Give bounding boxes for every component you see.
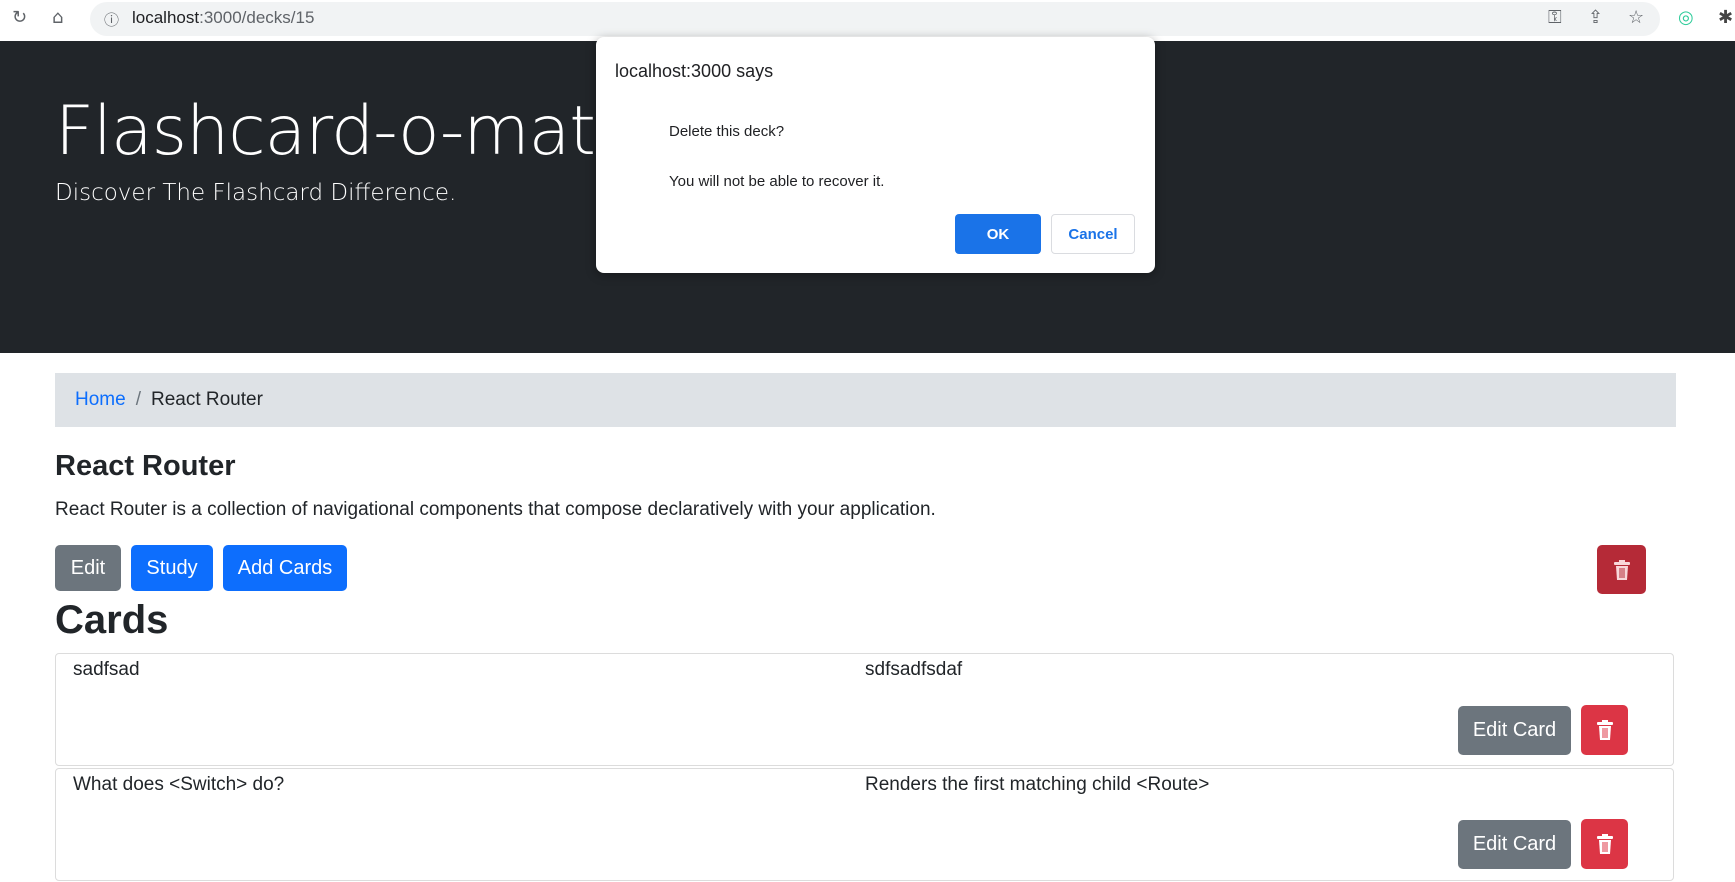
card-front: sadfsad: [73, 659, 140, 680]
breadcrumb-separator: /: [135, 389, 141, 410]
card-back: sdfsadfsdaf: [865, 659, 963, 680]
ok-button[interactable]: OK: [955, 214, 1041, 254]
url-text[interactable]: localhost:3000/decks/15: [132, 8, 314, 28]
url-host: localhost: [132, 8, 200, 27]
browser-toolbar: ↻ ⌂ ⓘ localhost:3000/decks/15 ⚿ ⇪ ☆ ◎ ✱: [0, 0, 1735, 41]
key-icon[interactable]: ⚿: [1548, 7, 1562, 28]
dialog-message-line2: You will not be able to recover it.: [669, 173, 885, 190]
card-item: sadfsad sdfsadfsdaf Edit Card: [55, 653, 1674, 766]
card-back: Renders the first matching child <Route>: [865, 774, 1210, 795]
home-icon[interactable]: ⌂: [52, 7, 63, 28]
card-front: What does <Switch> do?: [73, 774, 285, 795]
delete-deck-button[interactable]: [1597, 545, 1646, 594]
app-title: Flashcard-o-matic: [55, 92, 650, 171]
trash-icon: [1596, 720, 1613, 740]
info-icon[interactable]: ⓘ: [104, 9, 119, 30]
study-button[interactable]: Study: [131, 545, 213, 591]
dialog-title: localhost:3000 says: [615, 61, 774, 81]
card-item: What does <Switch> do? Renders the first…: [55, 768, 1674, 881]
reload-icon[interactable]: ↻: [12, 7, 27, 28]
extension-icon[interactable]: ◎: [1678, 7, 1694, 28]
share-icon[interactable]: ⇪: [1588, 7, 1603, 28]
deck-title: React Router: [55, 450, 236, 482]
add-cards-button[interactable]: Add Cards: [223, 545, 347, 591]
cancel-button[interactable]: Cancel: [1051, 214, 1135, 254]
deck-description: React Router is a collection of navigati…: [55, 499, 936, 520]
puzzle-icon[interactable]: ✱: [1718, 7, 1733, 28]
confirm-dialog: localhost:3000 says Delete this deck? Yo…: [596, 37, 1155, 273]
url-path: :3000/decks/15: [199, 8, 315, 27]
edit-card-button[interactable]: Edit Card: [1458, 706, 1571, 755]
edit-card-button[interactable]: Edit Card: [1458, 820, 1571, 869]
breadcrumb-current: React Router: [150, 389, 263, 410]
cards-heading: Cards: [55, 598, 169, 642]
delete-card-button[interactable]: [1581, 705, 1628, 755]
trash-icon: [1596, 834, 1613, 854]
dialog-message-line1: Delete this deck?: [669, 123, 785, 140]
edit-deck-button[interactable]: Edit: [55, 545, 121, 591]
breadcrumb-home-link[interactable]: Home: [75, 389, 126, 410]
breadcrumb: Home / React Router: [55, 373, 1676, 427]
trash-icon: [1613, 559, 1630, 580]
star-icon[interactable]: ☆: [1628, 7, 1644, 28]
address-bar[interactable]: [90, 2, 1660, 36]
app-subtitle: Discover The Flashcard Difference.: [55, 180, 457, 206]
delete-card-button[interactable]: [1581, 819, 1628, 869]
